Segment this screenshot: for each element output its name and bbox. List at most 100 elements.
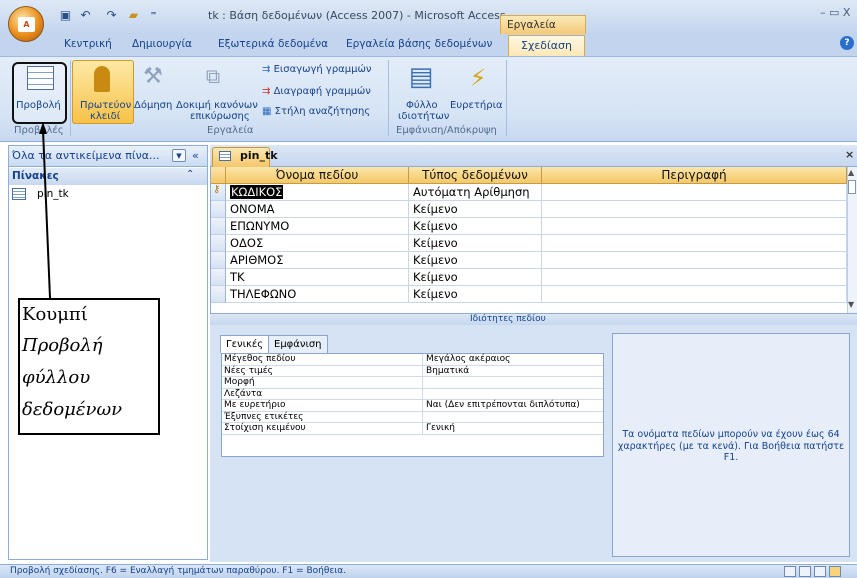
property-label: Έξυπνες ετικέτες bbox=[224, 411, 304, 422]
property-sheet-label-1[interactable]: Φύλλο bbox=[406, 100, 438, 111]
property-value[interactable] bbox=[422, 377, 603, 389]
tab-external-data[interactable]: Εξωτερικά δεδομένα bbox=[218, 38, 328, 50]
row-selector[interactable] bbox=[211, 218, 226, 235]
lookup-column-button[interactable]: ▦ Στήλη αναζήτησης bbox=[262, 106, 370, 117]
chevron-up-icon[interactable]: ⌃ bbox=[186, 169, 194, 180]
table-icon bbox=[219, 151, 231, 161]
customize-qat-icon[interactable]: ⁼ bbox=[146, 8, 161, 22]
nav-pane-title[interactable]: Όλα τα αντικείμενα πίνα... bbox=[12, 149, 160, 162]
table-icon bbox=[12, 188, 26, 200]
tab-lookup[interactable]: Εμφάνιση bbox=[268, 335, 328, 353]
help-icon[interactable]: ? bbox=[840, 36, 854, 50]
tab-design[interactable]: Σχεδίαση bbox=[508, 35, 585, 56]
description-cell[interactable] bbox=[542, 235, 847, 252]
field-name-cell[interactable]: ΤΚ bbox=[226, 269, 409, 286]
description-cell[interactable] bbox=[542, 218, 847, 235]
folder-icon[interactable]: ▰ bbox=[126, 8, 141, 22]
data-type-cell[interactable]: Αυτόματη Αρίθμηση bbox=[409, 184, 542, 201]
delete-rows-button[interactable]: ⇉ Διαγραφή γραμμών bbox=[262, 86, 371, 97]
row-selector[interactable] bbox=[211, 286, 226, 303]
field-name-cell[interactable]: ΟΔΟΣ bbox=[226, 235, 409, 252]
scroll-down-icon[interactable]: ▼ bbox=[848, 300, 854, 309]
datasheet-view-icon bbox=[27, 66, 54, 90]
property-label: Νέες τιμές bbox=[224, 365, 273, 376]
column-header-description[interactable]: Περιγραφή bbox=[542, 167, 847, 184]
lookup-column-icon: ▦ bbox=[262, 106, 275, 117]
indexes-icon[interactable]: ⚡ bbox=[464, 64, 492, 94]
property-value[interactable]: Βηματικά bbox=[422, 365, 603, 377]
chevron-down-icon[interactable]: ▼ bbox=[172, 149, 186, 162]
description-cell[interactable] bbox=[542, 252, 847, 269]
window-title: tk : Βάση δεδομένων (Access 2007) - Micr… bbox=[208, 9, 506, 22]
field-name-cell[interactable]: ΕΠΩΝΥΜΟ bbox=[226, 218, 409, 235]
property-value[interactable]: Γενική bbox=[422, 423, 603, 435]
scroll-thumb[interactable] bbox=[848, 180, 856, 194]
undo-icon[interactable]: ↶ bbox=[78, 8, 93, 22]
indexes-label[interactable]: Ευρετήρια bbox=[450, 100, 503, 111]
field-name-cell[interactable]: ΚΩΔΙΚΟΣ bbox=[226, 184, 409, 201]
property-value[interactable] bbox=[422, 411, 603, 423]
data-type-cell[interactable]: Κείμενο bbox=[409, 286, 542, 303]
property-row[interactable]: Νέες τιμές Βηματικά bbox=[222, 365, 603, 377]
tab-database-tools[interactable]: Εργαλεία βάσης δεδομένων bbox=[346, 38, 492, 50]
scroll-up-icon[interactable]: ▲ bbox=[848, 168, 854, 177]
builder-icon[interactable]: ⚒ bbox=[140, 64, 166, 92]
nav-item-pin-tk[interactable]: pin_tk bbox=[12, 188, 69, 200]
status-text: Προβολή σχεδίασης. F6 = Εναλλαγή τμημάτω… bbox=[10, 566, 347, 576]
property-sheet-label-2[interactable]: ιδιοτήτων bbox=[398, 111, 449, 122]
save-icon[interactable]: ▣ bbox=[58, 8, 73, 22]
data-type-cell[interactable]: Κείμενο bbox=[409, 252, 542, 269]
design-view-icon[interactable] bbox=[829, 566, 841, 577]
description-cell[interactable] bbox=[542, 201, 847, 218]
property-value[interactable]: Ναι (Δεν επιτρέπονται διπλότυπα) bbox=[422, 400, 603, 412]
field-name-cell[interactable]: ΤΗΛΕΦΩΝΟ bbox=[226, 286, 409, 303]
data-type-cell[interactable]: Κείμενο bbox=[409, 235, 542, 252]
property-sheet-icon[interactable]: ▤ bbox=[405, 62, 437, 94]
property-label: Λεζάντα bbox=[224, 388, 263, 399]
property-row[interactable]: Μορφή bbox=[222, 377, 603, 389]
property-row[interactable]: Λεζάντα bbox=[222, 388, 603, 400]
description-cell[interactable] bbox=[542, 286, 847, 303]
tab-home[interactable]: Κεντρική bbox=[64, 38, 112, 50]
pivot-chart-view-icon[interactable] bbox=[814, 566, 826, 577]
row-selector[interactable] bbox=[211, 252, 226, 269]
test-rules-label-2[interactable]: επικύρωσης bbox=[190, 111, 250, 122]
delete-rows-label: Διαγραφή γραμμών bbox=[273, 86, 371, 97]
field-properties-title: Ιδιότητες πεδίου bbox=[470, 314, 546, 324]
field-name-cell[interactable]: ΑΡΙΘΜΟΣ bbox=[226, 252, 409, 269]
data-type-cell[interactable]: Κείμενο bbox=[409, 269, 542, 286]
test-rules-label-1[interactable]: Δοκιμή κανόνων bbox=[176, 100, 258, 111]
row-selector[interactable] bbox=[211, 235, 226, 252]
property-row[interactable]: Με ευρετήριο Ναι (Δεν επιτρέπονται διπλότ… bbox=[222, 400, 603, 412]
data-type-cell[interactable]: Κείμενο bbox=[409, 218, 542, 235]
description-cell[interactable] bbox=[542, 269, 847, 286]
nav-collapse-button[interactable]: « bbox=[192, 149, 199, 162]
close-icon[interactable]: × bbox=[845, 148, 854, 161]
datasheet-view-icon[interactable] bbox=[784, 566, 796, 577]
row-selector[interactable] bbox=[211, 201, 226, 218]
selected-field-text: ΚΩΔΙΚΟΣ bbox=[230, 185, 284, 199]
column-header-field-name[interactable]: Όνομα πεδίου bbox=[226, 167, 409, 184]
office-button[interactable]: A bbox=[8, 6, 44, 42]
window-controls[interactable]: – ▭ X bbox=[820, 6, 850, 19]
row-selector[interactable]: ⚷ bbox=[211, 184, 226, 201]
property-row[interactable]: Μέγεθος πεδίου Μεγάλος ακέραιος bbox=[222, 354, 603, 366]
pivot-table-view-icon[interactable] bbox=[799, 566, 811, 577]
field-name-cell[interactable]: ΟΝΟΜΑ bbox=[226, 201, 409, 218]
property-row[interactable]: Στοίχιση κειμένου Γενική bbox=[222, 423, 603, 435]
data-type-cell[interactable]: Κείμενο bbox=[409, 201, 542, 218]
column-header-data-type[interactable]: Τύπος δεδομένων bbox=[409, 167, 542, 184]
tab-general[interactable]: Γενικές bbox=[220, 335, 270, 353]
callout-line-1: Κουμπί bbox=[22, 304, 88, 325]
property-value[interactable] bbox=[422, 388, 603, 400]
primary-key-icon: ⚷ bbox=[213, 184, 221, 195]
description-cell[interactable] bbox=[542, 184, 847, 201]
property-row[interactable]: Έξυπνες ετικέτες bbox=[222, 411, 603, 423]
test-validation-icon[interactable]: ⧉ bbox=[200, 64, 226, 92]
property-value[interactable]: Μεγάλος ακέραιος bbox=[422, 354, 603, 366]
insert-rows-button[interactable]: ⇉ Εισαγωγή γραμμών bbox=[262, 64, 371, 75]
row-selector[interactable] bbox=[211, 269, 226, 286]
tab-create[interactable]: Δημιουργία bbox=[132, 38, 192, 50]
redo-icon[interactable]: ↷ bbox=[104, 8, 119, 22]
builder-label[interactable]: Δόμηση bbox=[134, 100, 172, 111]
